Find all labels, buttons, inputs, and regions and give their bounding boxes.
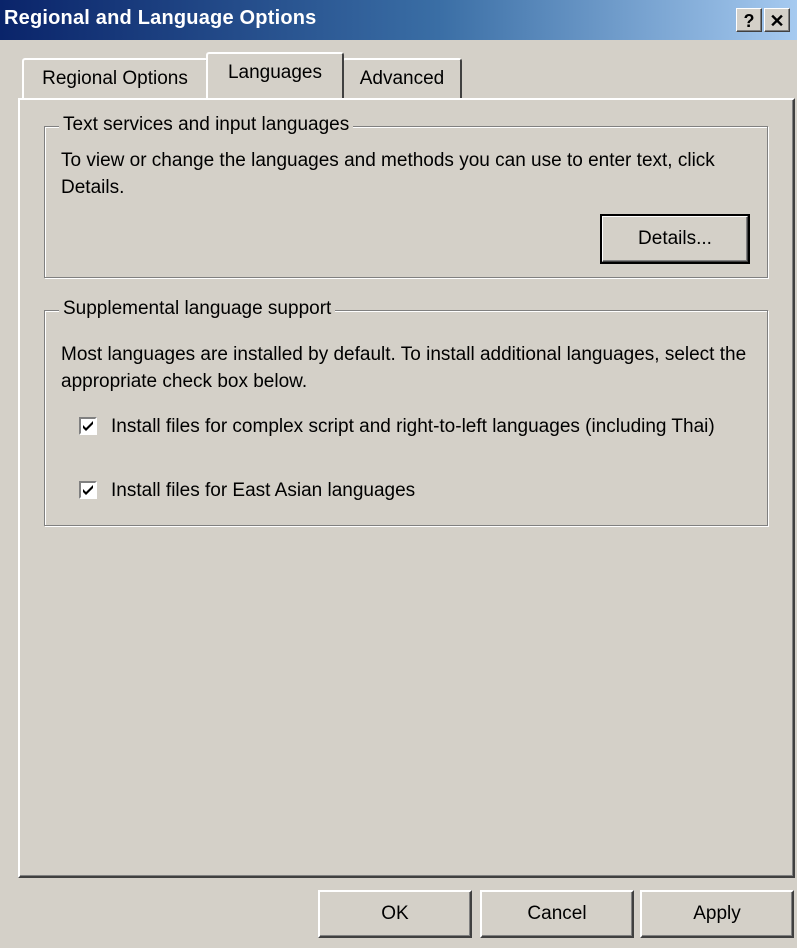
apply-button[interactable]: Apply xyxy=(640,890,794,938)
close-button[interactable]: ✕ xyxy=(764,8,790,32)
checkmark-icon xyxy=(83,421,93,431)
close-icon: ✕ xyxy=(769,11,785,31)
title-bar: Regional and Language Options ? ✕ xyxy=(0,0,797,40)
supplemental-description: Most languages are installed by default.… xyxy=(61,344,747,392)
text-services-group: Text services and input languages To vie… xyxy=(44,114,768,278)
tab-advanced[interactable]: Advanced xyxy=(342,58,462,98)
supplemental-title: Supplemental language support xyxy=(59,298,336,320)
checkmark-icon xyxy=(83,485,93,495)
details-button[interactable]: Details... xyxy=(600,214,750,264)
east-asian-checkbox[interactable] xyxy=(79,481,97,499)
tab-panel: Text services and input languages To vie… xyxy=(18,98,795,878)
complex-script-label: Install files for complex script and rig… xyxy=(111,416,715,437)
complex-script-row[interactable]: Install files for complex script and rig… xyxy=(79,413,739,440)
text-services-description: To view or change the languages and meth… xyxy=(61,150,715,198)
help-button[interactable]: ? xyxy=(736,8,762,32)
tab-regional-options[interactable]: Regional Options xyxy=(22,58,208,98)
complex-script-checkbox[interactable] xyxy=(79,417,97,435)
east-asian-row[interactable]: Install files for East Asian languages xyxy=(79,477,739,504)
window-title: Regional and Language Options xyxy=(4,7,317,29)
ok-button[interactable]: OK xyxy=(318,890,472,938)
cancel-button[interactable]: Cancel xyxy=(480,890,634,938)
east-asian-label: Install files for East Asian languages xyxy=(111,480,416,501)
text-services-title: Text services and input languages xyxy=(59,114,354,136)
tab-languages[interactable]: Languages xyxy=(206,52,344,98)
supplemental-language-group: Supplemental language support Most langu… xyxy=(44,298,768,526)
